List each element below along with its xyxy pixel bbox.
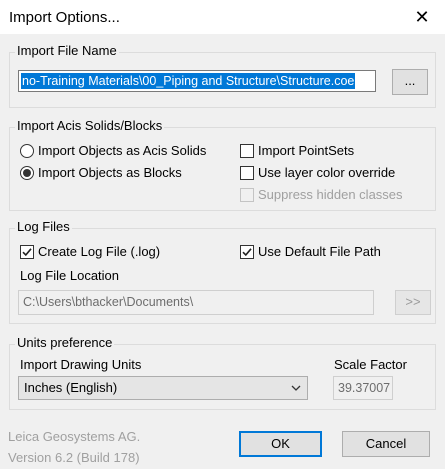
- acis-group-label: Import Acis Solids/Blocks: [15, 118, 165, 134]
- scale-factor-label: Scale Factor: [334, 357, 407, 372]
- import-file-group-label: Import File Name: [15, 43, 119, 59]
- radio-import-blocks-label: Import Objects as Blocks: [38, 165, 182, 180]
- scale-factor-field[interactable]: 39.37007: [333, 376, 393, 400]
- checkbox-import-pointsets[interactable]: [240, 144, 254, 158]
- cancel-button[interactable]: Cancel: [342, 431, 430, 457]
- checkbox-create-log[interactable]: [20, 245, 34, 259]
- log-location-label: Log File Location: [20, 268, 120, 283]
- checkbox-default-path-label: Use Default File Path: [258, 244, 381, 259]
- drawing-units-select[interactable]: Inches (English): [18, 376, 308, 400]
- radio-selected-dot: [23, 169, 31, 177]
- log-location-field[interactable]: C:\Users\bthacker\Documents\: [18, 290, 374, 315]
- radio-import-solids-label: Import Objects as Acis Solids: [38, 143, 207, 158]
- drawing-units-label: Import Drawing Units: [20, 357, 142, 372]
- checkbox-create-log-label: Create Log File (.log): [38, 244, 161, 259]
- checkbox-layer-color-override-label: Use layer color override: [258, 165, 396, 180]
- radio-import-blocks[interactable]: [20, 166, 34, 180]
- browse-log-location-button[interactable]: >>: [395, 290, 431, 315]
- checkmark-icon: [22, 248, 32, 257]
- checkmark-icon: [242, 248, 252, 257]
- checkbox-suppress-hidden-label: Suppress hidden classes: [258, 187, 403, 202]
- checkbox-suppress-hidden[interactable]: [240, 188, 254, 202]
- import-file-path-field[interactable]: no-Training Materials\00_Piping and Stru…: [18, 70, 376, 92]
- chevron-down-icon: [291, 385, 301, 391]
- company-text: Leica Geosystems AG.: [8, 429, 141, 444]
- drawing-units-value: Inches (English): [24, 380, 118, 395]
- close-icon[interactable]: ✕: [405, 4, 439, 30]
- window-title: Import Options...: [9, 9, 120, 26]
- browse-file-button[interactable]: ...: [392, 69, 428, 95]
- log-files-group-label: Log Files: [15, 219, 72, 235]
- radio-import-solids[interactable]: [20, 144, 34, 158]
- ok-button[interactable]: OK: [239, 431, 322, 457]
- import-file-path-value: no-Training Materials\00_Piping and Stru…: [21, 73, 356, 89]
- version-text: Version 6.2 (Build 178): [8, 450, 140, 465]
- units-group-label: Units preference: [15, 335, 115, 351]
- checkbox-layer-color-override[interactable]: [240, 166, 254, 180]
- checkbox-import-pointsets-label: Import PointSets: [258, 143, 355, 158]
- checkbox-default-path[interactable]: [240, 245, 254, 259]
